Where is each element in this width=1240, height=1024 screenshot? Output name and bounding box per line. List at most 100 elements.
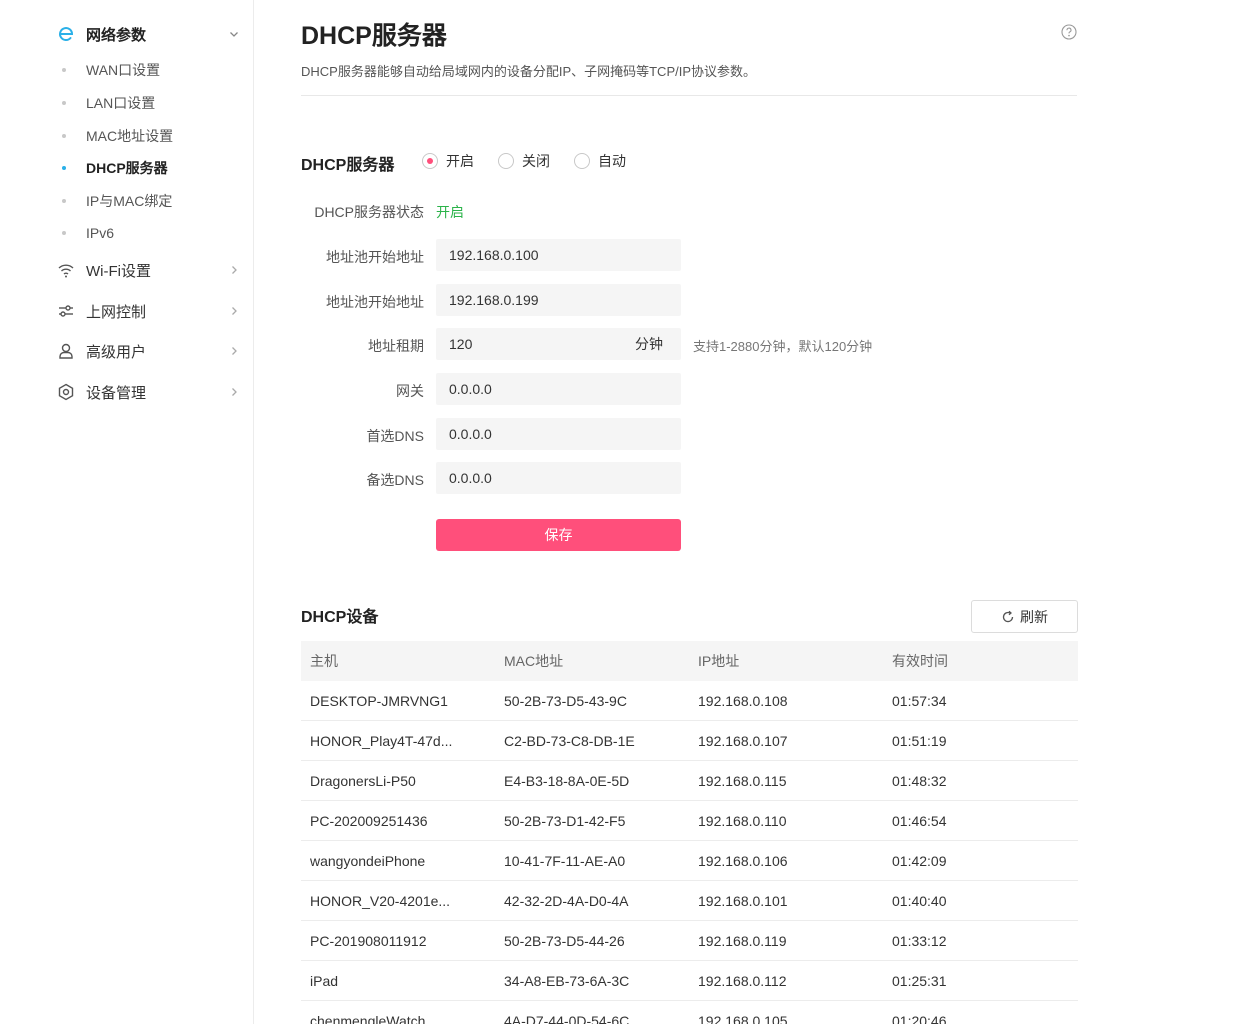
bullet-dot <box>62 231 66 235</box>
cell-valid-time: 01:20:46 <box>892 1012 947 1024</box>
radio-unchecked-icon <box>574 153 590 169</box>
sidebar-group-label: 上网控制 <box>86 303 147 321</box>
sidebar-group-device-management[interactable]: 设备管理 <box>56 380 242 404</box>
sidebar-item-dhcp[interactable]: DHCP服务器 <box>60 158 168 178</box>
status-value: 开启 <box>436 204 464 220</box>
gateway-label: 网关 <box>396 383 424 399</box>
cell-ip: 192.168.0.105 <box>698 1012 788 1024</box>
cell-host: chenmengleWatch <box>310 1012 426 1024</box>
radio-auto[interactable]: 自动 <box>574 151 626 171</box>
cell-ip: 192.168.0.107 <box>698 732 788 749</box>
sidebar-item-ipv6[interactable]: IPv6 <box>60 223 114 243</box>
sliders-icon <box>56 301 76 321</box>
table-header: 主机 MAC地址 IP地址 有效时间 <box>301 641 1078 681</box>
dns1-field[interactable] <box>436 418 681 450</box>
radio-unchecked-icon <box>498 153 514 169</box>
cell-ip: 192.168.0.112 <box>698 972 787 989</box>
chevron-down-icon <box>226 26 242 42</box>
cell-valid-time: 01:40:40 <box>892 892 947 909</box>
question-circle-icon[interactable] <box>1061 24 1077 40</box>
sidebar-item-label: DHCP服务器 <box>86 160 168 176</box>
gateway-field[interactable] <box>436 373 681 405</box>
sidebar-group-label: Wi-Fi设置 <box>86 262 151 280</box>
sidebar-item-lan[interactable]: LAN口设置 <box>60 93 155 113</box>
radio-label: 关闭 <box>522 153 550 169</box>
sidebar-group-internet-control[interactable]: 上网控制 <box>56 299 242 323</box>
cell-ip: 192.168.0.106 <box>698 852 788 869</box>
radio-checked-icon <box>422 153 438 169</box>
dns2-label: 备选DNS <box>366 472 424 488</box>
sidebar-group-label: 高级用户 <box>86 343 147 361</box>
sidebar-item-ip-mac-binding[interactable]: IP与MAC绑定 <box>60 191 172 211</box>
cell-host: HONOR_V20-4201e... <box>310 892 451 909</box>
sidebar-item-wan[interactable]: WAN口设置 <box>60 60 160 80</box>
sidebar-group-label: 设备管理 <box>86 384 147 402</box>
sidebar-item-label: IP与MAC绑定 <box>86 193 173 209</box>
bullet-dot <box>62 68 66 72</box>
chevron-right-icon <box>226 303 242 319</box>
radio-enable[interactable]: 开启 <box>422 151 474 171</box>
dns1-input[interactable] <box>436 418 681 450</box>
lease-field[interactable]: 分钟 <box>436 328 681 360</box>
pool-end-field[interactable] <box>436 284 681 316</box>
bullet-dot <box>62 166 66 170</box>
cell-valid-time: 01:48:32 <box>892 772 947 789</box>
sidebar: 网络参数 WAN口设置 LAN口设置 MAC地址设置 DHCP服务器 IP与MA… <box>0 0 254 1024</box>
sidebar-item-label: LAN口设置 <box>86 95 156 111</box>
dns2-field[interactable] <box>436 462 681 494</box>
table-row: PC-201908011912 50-2B-73-D5-44-26 192.16… <box>301 921 1078 961</box>
sidebar-item-label: MAC地址设置 <box>86 128 174 144</box>
cell-mac: 34-A8-EB-73-6A-3C <box>504 972 630 989</box>
cell-host: PC-202009251436 <box>310 812 428 829</box>
lease-label: 地址租期 <box>368 338 424 354</box>
column-header-mac: MAC地址 <box>504 653 564 669</box>
dhcp-mode-radio-group: 开启 关闭 自动 <box>422 151 650 171</box>
page-title: DHCP服务器 <box>301 22 447 50</box>
sidebar-group-label: 网络参数 <box>86 26 147 44</box>
cell-mac: 4A-D7-44-0D-54-6C <box>504 1012 630 1024</box>
pool-start-field[interactable] <box>436 239 681 271</box>
gateway-input[interactable] <box>436 373 681 405</box>
refresh-button[interactable]: 刷新 <box>971 600 1078 633</box>
cell-valid-time: 01:57:34 <box>892 692 947 709</box>
dns2-input[interactable] <box>436 462 681 494</box>
column-header-host: 主机 <box>310 653 338 669</box>
pool-end-input[interactable] <box>436 284 681 316</box>
lease-input[interactable] <box>436 328 635 360</box>
lease-unit: 分钟 <box>635 336 663 352</box>
pool-start-input[interactable] <box>436 239 681 271</box>
cell-valid-time: 01:42:09 <box>892 852 947 869</box>
table-row: iPad 34-A8-EB-73-6A-3C 192.168.0.112 01:… <box>301 961 1078 1001</box>
settings-gear-icon <box>56 382 76 402</box>
cell-host: HONOR_Play4T-47d... <box>310 732 453 749</box>
bullet-dot <box>62 101 66 105</box>
chevron-right-icon <box>226 343 242 359</box>
lease-hint: 支持1-2880分钟，默认120分钟 <box>693 339 873 354</box>
cell-ip: 192.168.0.101 <box>698 892 788 909</box>
cell-ip: 192.168.0.110 <box>698 812 787 829</box>
dns1-label: 首选DNS <box>366 428 424 444</box>
column-header-valid-time: 有效时间 <box>892 653 948 669</box>
cell-host: DragonersLi-P50 <box>310 772 416 789</box>
dhcp-server-section-title: DHCP服务器 <box>301 157 395 174</box>
bullet-dot <box>62 199 66 203</box>
sidebar-group-wifi[interactable]: Wi-Fi设置 <box>56 258 242 282</box>
wifi-icon <box>56 260 76 280</box>
cell-mac: C2-BD-73-C8-DB-1E <box>504 732 635 749</box>
dhcp-devices-section-title: DHCP设备 <box>301 609 379 626</box>
save-button[interactable]: 保存 <box>436 519 681 551</box>
sidebar-group-network[interactable]: 网络参数 <box>56 22 242 46</box>
sidebar-group-advanced-user[interactable]: 高级用户 <box>56 339 242 363</box>
status-label: DHCP服务器状态 <box>314 204 424 220</box>
cell-ip: 192.168.0.115 <box>698 772 787 789</box>
cell-valid-time: 01:46:54 <box>892 812 947 829</box>
table-row: HONOR_Play4T-47d... C2-BD-73-C8-DB-1E 19… <box>301 721 1078 761</box>
e-logo-icon <box>56 24 76 44</box>
refresh-icon <box>1002 610 1014 622</box>
pool-start-label: 地址池开始地址 <box>326 249 424 265</box>
chevron-right-icon <box>226 262 242 278</box>
sidebar-item-mac[interactable]: MAC地址设置 <box>60 126 173 146</box>
cell-mac: 50-2B-73-D5-44-26 <box>504 932 625 949</box>
cell-host: iPad <box>310 972 339 989</box>
radio-disable[interactable]: 关闭 <box>498 151 550 171</box>
